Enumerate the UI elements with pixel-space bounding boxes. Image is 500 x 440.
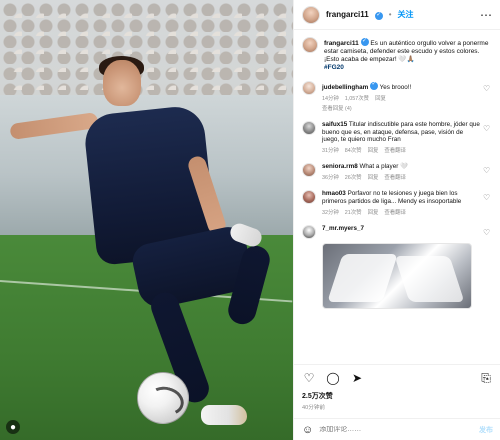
comment-avatar[interactable]	[302, 120, 316, 135]
comment-username[interactable]: judebellingham	[322, 84, 368, 91]
more-options-icon[interactable]: ⋯	[480, 8, 492, 22]
comment-text: What a player 🤍	[359, 163, 408, 171]
like-comment-heart-icon[interactable]: ♡	[483, 228, 493, 238]
caption-verified-badge-icon	[360, 37, 369, 46]
caption-text-block: frangarci11 Es un auténtico orgullo volv…	[324, 37, 493, 72]
like-comment-heart-icon[interactable]: ♡	[483, 84, 493, 94]
comment-time: 32分钟	[322, 209, 339, 216]
comment-item: judebellingham Yes brooo!! 14分钟 1,057次赞 …	[302, 81, 493, 112]
post-actions: ♡ ◯ ➤ ⎘ 2.5万次赞 40分钟前	[294, 364, 500, 418]
emoji-icon[interactable]: ☺	[302, 424, 313, 436]
comment-meta: 31分钟 84次赞 回复 查看翻译	[322, 146, 481, 154]
comment-avatar[interactable]	[302, 163, 316, 178]
comment-item: saifux15 Titular indiscutible para este …	[302, 120, 493, 154]
comment-likes[interactable]: 1,057次赞	[345, 94, 369, 102]
comment-reply[interactable]: 回复	[368, 208, 379, 216]
see-translation[interactable]: 查看翻译	[384, 208, 406, 216]
like-comment-heart-icon[interactable]: ♡	[483, 124, 493, 134]
comment-likes[interactable]: 21次赞	[345, 208, 362, 216]
comment-username[interactable]: seniora.rm8	[322, 163, 358, 170]
comment-body: 7_mr.myers_7	[322, 225, 493, 239]
comment-likes[interactable]: 26次赞	[345, 173, 362, 181]
comment-username[interactable]: saifux15	[322, 121, 347, 128]
comment-image[interactable]	[322, 242, 472, 309]
account-icon[interactable]: ●	[6, 420, 20, 434]
post-header: frangarci11 • 关注 ⋯	[294, 0, 500, 30]
like-comment-heart-icon[interactable]: ♡	[483, 193, 493, 203]
comment-meta: 14分钟 1,057次赞 回复	[322, 94, 481, 102]
comment-meta: 36分钟 26次赞 回复 查看翻译	[322, 173, 481, 181]
action-row: ♡ ◯ ➤ ⎘	[302, 371, 493, 386]
caption-hashtag[interactable]: #FG20	[324, 64, 344, 71]
post-date: 40分钟前	[302, 405, 326, 411]
comment-body: judebellingham Yes brooo!! 14分钟 1,057次赞 …	[322, 81, 493, 112]
post-details-panel: frangarci11 • 关注 ⋯ frangarci11 Es un aut…	[293, 0, 500, 440]
player-head	[103, 60, 141, 106]
comments-scroll-area[interactable]: frangarci11 Es un auténtico orgullo volv…	[294, 30, 500, 364]
see-translation[interactable]: 查看翻译	[384, 173, 406, 181]
caption-avatar[interactable]	[302, 37, 318, 53]
add-comment-bar: ☺ 发布	[294, 418, 500, 440]
comment-body: saifux15 Titular indiscutible para este …	[322, 121, 493, 154]
comment-reply[interactable]: 回复	[368, 173, 379, 181]
comment-item: seniora.rm8 What a player 🤍 36分钟 26次赞 回复…	[302, 163, 493, 181]
comment-avatar[interactable]	[302, 81, 316, 95]
comment-username[interactable]: hmao03	[322, 190, 346, 197]
comment-username[interactable]: 7_mr.myers_7	[322, 225, 364, 232]
comment-time: 14分钟	[322, 95, 339, 102]
author-username[interactable]: frangarci11	[326, 10, 369, 19]
like-comment-heart-icon[interactable]: ♡	[483, 166, 493, 176]
comment-time: 36分钟	[322, 174, 339, 181]
follow-button[interactable]: 关注	[398, 9, 414, 20]
comment-time: 31分钟	[322, 148, 339, 155]
comment-reply[interactable]: 回复	[368, 146, 379, 154]
comment-avatar[interactable]	[302, 189, 316, 204]
comment-text: Yes brooo!!	[379, 84, 412, 91]
comment-body: hmao03 Porfavor no te lesiones y juega b…	[322, 190, 493, 216]
view-replies-link[interactable]: 查看回复 (4)	[322, 104, 481, 112]
comment-line: seniora.rm8 What a player 🤍	[322, 163, 481, 171]
author-avatar[interactable]	[302, 5, 320, 24]
comment-input[interactable]	[319, 426, 473, 433]
comment-body: seniora.rm8 What a player 🤍 36分钟 26次赞 回复…	[322, 163, 493, 181]
comment-line: judebellingham Yes brooo!!	[322, 81, 481, 92]
football	[137, 372, 189, 424]
post-image: ●	[0, 0, 293, 440]
comment-line: 7_mr.myers_7	[322, 225, 481, 233]
likes-count[interactable]: 2.5万次赞	[302, 391, 493, 401]
comment-meta: 32分钟 21次赞 回复 查看翻译	[322, 208, 481, 216]
post-caption: frangarci11 Es un auténtico orgullo volv…	[302, 37, 493, 72]
save-bookmark-icon[interactable]: ⎘	[479, 371, 493, 385]
comment-line: saifux15 Titular indiscutible para este …	[322, 121, 481, 144]
comment-item: 7_mr.myers_7 ♡	[302, 224, 493, 239]
comment-reply[interactable]: 回复	[375, 94, 386, 102]
share-send-icon[interactable]: ➤	[350, 371, 364, 385]
post-comment-button[interactable]: 发布	[479, 425, 493, 435]
comment-item: hmao03 Porfavor no te lesiones y juega b…	[302, 189, 493, 216]
comment-avatar[interactable]	[302, 224, 316, 239]
like-heart-icon[interactable]: ♡	[302, 371, 316, 385]
verified-badge-icon	[374, 11, 383, 20]
dot-separator: •	[388, 10, 392, 19]
comment-likes[interactable]: 84次赞	[345, 146, 362, 154]
comment-bubble-icon[interactable]: ◯	[326, 371, 340, 385]
comment-verified-badge-icon	[369, 81, 378, 90]
see-translation[interactable]: 查看翻译	[384, 146, 406, 154]
comment-line: hmao03 Porfavor no te lesiones y juega b…	[322, 190, 481, 206]
player-left-boot	[201, 405, 247, 425]
caption-username[interactable]: frangarci11	[324, 40, 359, 47]
